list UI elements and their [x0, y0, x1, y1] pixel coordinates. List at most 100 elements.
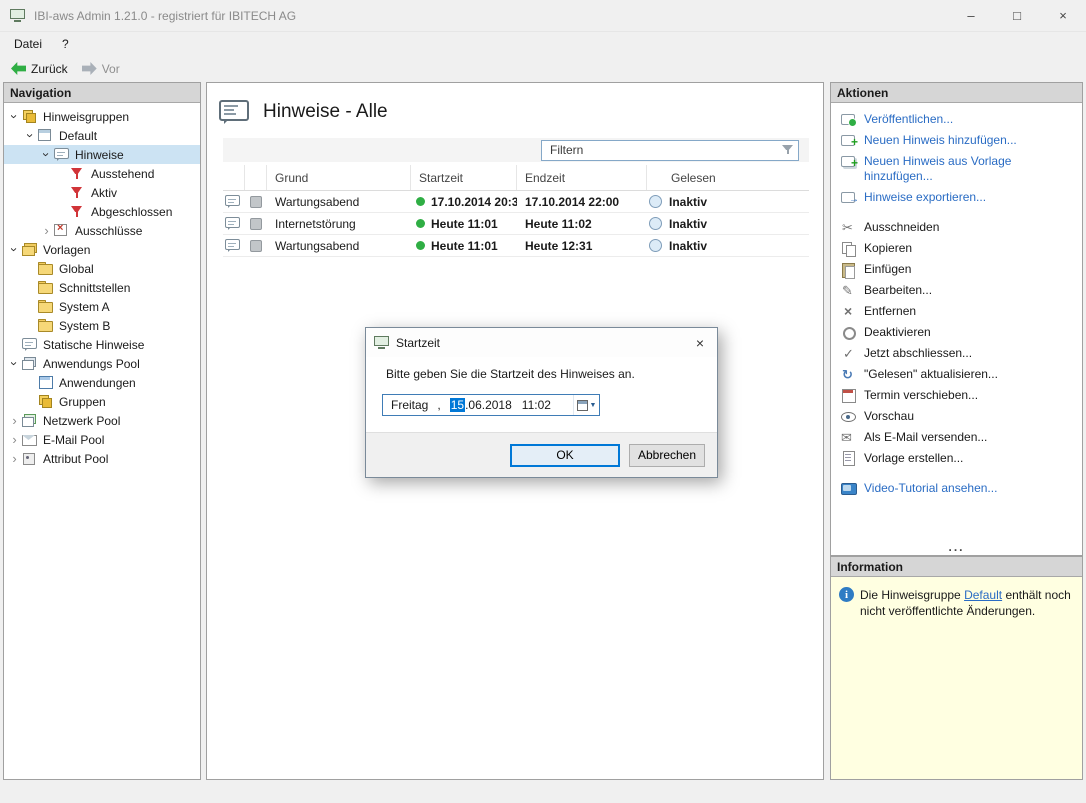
- expander-collapsed-icon[interactable]: ›: [8, 452, 21, 465]
- menu-help[interactable]: ?: [52, 34, 79, 54]
- action-video-tutorial-ansehen[interactable]: Video-Tutorial ansehen...: [831, 478, 1082, 499]
- edit-icon: [841, 283, 858, 298]
- tree-item-statische-hinweise[interactable]: Statische Hinweise: [4, 335, 200, 354]
- active-dot-icon: [416, 219, 425, 228]
- default-group-link[interactable]: Default: [964, 588, 1002, 602]
- table-row[interactable]: Wartungsabend17.10.2014 20:3017.10.2014 …: [223, 191, 809, 213]
- filter-band: [223, 138, 809, 162]
- action-bearbeiten[interactable]: Bearbeiten...: [831, 280, 1082, 301]
- dialog-close-button[interactable]: ×: [683, 328, 717, 357]
- tree-item-aktiv[interactable]: Aktiv: [4, 183, 200, 202]
- filter-red-icon: [70, 205, 85, 218]
- expander-expanded-icon[interactable]: ›: [40, 148, 53, 161]
- create-template-icon: [841, 451, 858, 466]
- tree-item-gruppen[interactable]: Gruppen: [4, 392, 200, 411]
- deactivate-icon: [841, 325, 858, 340]
- expander-expanded-icon[interactable]: ›: [24, 129, 37, 142]
- action-neuen-hinweis-aus-vorlage-hinzufügen[interactable]: Neuen Hinweis aus Vorlage hinzufügen...: [831, 151, 1082, 187]
- tree-item-ausstehend[interactable]: Ausstehend: [4, 164, 200, 183]
- header-gelesen[interactable]: Gelesen: [647, 165, 809, 190]
- filter-input[interactable]: [550, 143, 782, 157]
- close-button[interactable]: ×: [1040, 0, 1086, 31]
- forward-button[interactable]: Vor: [75, 59, 127, 79]
- startzeit-cell: Heute 11:01: [411, 217, 517, 231]
- action-hinweise-exportieren[interactable]: Hinweise exportieren...: [831, 187, 1082, 208]
- expander-collapsed-icon[interactable]: ›: [40, 224, 53, 237]
- expander-collapsed-icon[interactable]: ›: [8, 414, 21, 427]
- tree-item-ausschlüsse[interactable]: ›Ausschlüsse: [4, 221, 200, 240]
- table-row[interactable]: InternetstörungHeute 11:01Heute 11:02Ina…: [223, 213, 809, 235]
- maximize-button[interactable]: □: [994, 0, 1040, 31]
- tree-item-netzwerk-pool[interactable]: ›Netzwerk Pool: [4, 411, 200, 430]
- hint-bubble-icon: [223, 239, 245, 252]
- header-endzeit[interactable]: Endzeit: [517, 165, 647, 190]
- menu-bar: Datei ?: [0, 33, 1086, 55]
- tree-item-anwendungen[interactable]: Anwendungen: [4, 373, 200, 392]
- dt-comma: ,: [437, 398, 440, 412]
- dialog-title: Startzeit: [396, 336, 440, 350]
- cancel-button[interactable]: Abbrechen: [629, 444, 705, 467]
- dt-day[interactable]: Freitag: [391, 398, 428, 412]
- calendar-dropdown-button[interactable]: ▼: [573, 395, 599, 415]
- datetime-picker[interactable]: Freitag , 15 .06.2018 11:02 ▼: [382, 394, 600, 416]
- video-icon: [841, 481, 858, 496]
- tree-item-hinweisgruppen[interactable]: ›Hinweisgruppen: [4, 107, 200, 126]
- action-label: "Gelesen" aktualisieren...: [864, 367, 998, 382]
- tree-item-e-mail-pool[interactable]: › E-Mail Pool: [4, 430, 200, 449]
- action-label: Neuen Hinweis hinzufügen...: [864, 133, 1017, 148]
- action-deaktivieren[interactable]: Deaktivieren: [831, 322, 1082, 343]
- action-entfernen[interactable]: Entfernen: [831, 301, 1082, 322]
- dt-month-year[interactable]: .06.2018: [465, 398, 512, 412]
- action-vorschau[interactable]: Vorschau: [831, 406, 1082, 427]
- tree-item-attribut-pool[interactable]: ›Attribut Pool: [4, 449, 200, 468]
- tree-item-label: E-Mail Pool: [42, 433, 104, 447]
- action-gelesen-aktualisieren[interactable]: "Gelesen" aktualisieren...: [831, 364, 1082, 385]
- tree-item-anwendungs-pool[interactable]: ›Anwendungs Pool: [4, 354, 200, 373]
- header-grund[interactable]: Grund: [267, 165, 411, 190]
- pool-icon: [22, 357, 37, 370]
- back-button[interactable]: Zurück: [4, 59, 75, 79]
- grund-cell: Wartungsabend: [267, 239, 411, 253]
- tree-item-global[interactable]: Global: [4, 259, 200, 278]
- tree-item-label: Hinweise: [74, 148, 124, 162]
- table-row[interactable]: WartungsabendHeute 11:01Heute 12:31Inakt…: [223, 235, 809, 257]
- action-vorlage-erstellen[interactable]: Vorlage erstellen...: [831, 448, 1082, 469]
- tree-item-schnittstellen[interactable]: Schnittstellen: [4, 278, 200, 297]
- action-ausschneiden[interactable]: Ausschneiden: [831, 217, 1082, 238]
- action-veröffentlichen[interactable]: Veröffentlichen...: [831, 109, 1082, 130]
- filter-funnel-icon[interactable]: [782, 144, 793, 156]
- action-als-e-mail-versenden[interactable]: Als E-Mail versenden...: [831, 427, 1082, 448]
- tree-item-vorlagen[interactable]: ›Vorlagen: [4, 240, 200, 259]
- expander-collapsed-icon[interactable]: ›: [8, 433, 21, 446]
- grund-cell: Internetstörung: [267, 217, 411, 231]
- forward-arrow-icon: [82, 62, 97, 75]
- tree-item-default[interactable]: ›Default: [4, 126, 200, 145]
- tree-item-abgeschlossen[interactable]: Abgeschlossen: [4, 202, 200, 221]
- dt-day-number-selected[interactable]: 15: [450, 398, 465, 412]
- action-kopieren[interactable]: Kopieren: [831, 238, 1082, 259]
- dropdown-arrow-icon: ▼: [590, 402, 597, 409]
- expander-expanded-icon[interactable]: ›: [8, 110, 21, 123]
- ok-button[interactable]: OK: [510, 444, 620, 467]
- action-label: Deaktivieren: [864, 325, 931, 340]
- action-termin-verschieben[interactable]: Termin verschieben...: [831, 385, 1082, 406]
- tree-item-system-b[interactable]: System B: [4, 316, 200, 335]
- cut-icon: [841, 220, 858, 235]
- minimize-button[interactable]: –: [948, 0, 994, 31]
- header-startzeit[interactable]: Startzeit: [411, 165, 517, 190]
- actions-overflow-button[interactable]: ...: [831, 540, 1082, 554]
- dialog-title-bar: Startzeit ×: [366, 328, 717, 357]
- tree-item-hinweise[interactable]: › Hinweise: [4, 145, 200, 164]
- main-heading: Hinweise - Alle: [207, 83, 823, 134]
- add-hint-icon: [841, 133, 858, 148]
- expander-expanded-icon[interactable]: ›: [8, 243, 21, 256]
- tree-item-system-a[interactable]: System A: [4, 297, 200, 316]
- action-einfügen[interactable]: Einfügen: [831, 259, 1082, 280]
- action-jetzt-abschliessen[interactable]: Jetzt abschliessen...: [831, 343, 1082, 364]
- pool-mail-icon: [22, 433, 37, 446]
- expander-expanded-icon[interactable]: ›: [8, 357, 21, 370]
- action-neuen-hinweis-hinzufügen[interactable]: Neuen Hinweis hinzufügen...: [831, 130, 1082, 151]
- menu-datei[interactable]: Datei: [4, 34, 52, 54]
- dt-time[interactable]: 11:02: [522, 398, 551, 412]
- display-icon: [245, 240, 267, 252]
